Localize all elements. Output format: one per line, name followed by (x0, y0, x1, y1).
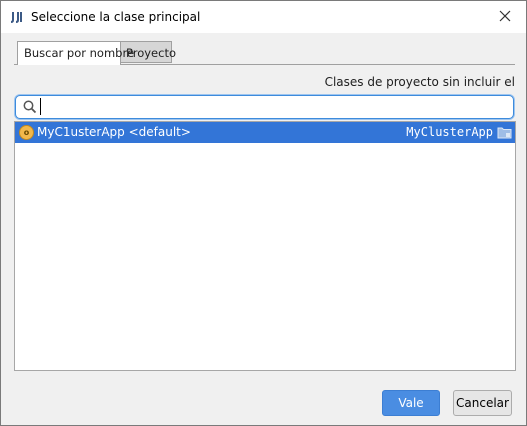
class-list: o MyC1usterApp <default> MyClusterApp (14, 121, 516, 371)
module-name: MyClusterApp (406, 125, 493, 139)
class-name: MyC1usterApp <default> (37, 125, 191, 139)
intellij-icon (9, 9, 25, 25)
close-icon (499, 10, 511, 22)
window-title: Seleccione la clase principal (31, 10, 201, 24)
close-button[interactable] (490, 3, 520, 29)
scope-hint: Clases de proyecto sin incluir el (324, 75, 515, 89)
title-bar: Seleccione la clase principal (1, 1, 526, 33)
folder-icon (497, 126, 512, 139)
search-field[interactable] (15, 95, 514, 119)
class-icon: o (19, 125, 34, 140)
dialog-window: Seleccione la clase principal Buscar por… (0, 0, 527, 426)
tab-search-by-name[interactable]: Buscar por nombre (17, 41, 134, 65)
cancel-button[interactable]: Cancelar (453, 390, 512, 416)
list-item[interactable]: o MyC1usterApp <default> MyClusterApp (15, 122, 515, 143)
search-icon (22, 99, 38, 115)
ok-button[interactable]: Vale (382, 390, 440, 416)
search-input[interactable] (40, 98, 501, 115)
